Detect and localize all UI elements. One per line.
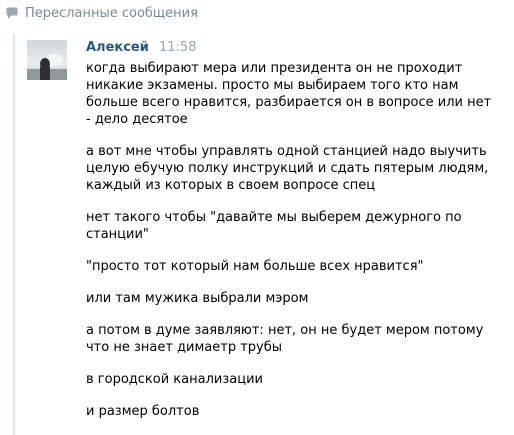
message-body: когда выбирают мера или президента он не…	[86, 60, 496, 435]
message-time[interactable]: 11:58	[159, 40, 196, 55]
forwarded-title: Пересланные сообщения	[25, 5, 198, 21]
forwarded-header: Пересланные сообщения	[6, 4, 198, 22]
message-paragraph: и размер болтов	[86, 404, 200, 419]
message-paragraph: нет такого чтобы "давайте мы выберем деж…	[86, 210, 462, 242]
message-paragraph: а вот мне чтобы управлять одной станцией…	[86, 144, 489, 193]
message-header: Алексей 11:58	[86, 40, 196, 56]
avatar-image	[27, 40, 67, 80]
message-paragraph: а потом в думе заявляют: нет, он не буде…	[86, 323, 484, 355]
message-paragraph: или там мужика выбрали мэром	[86, 291, 309, 306]
speech-bubble-icon	[6, 7, 18, 19]
message-paragraph: в городской канализации	[86, 372, 263, 387]
message-paragraph: когда выбирают мера или президента он не…	[86, 61, 492, 127]
author-name[interactable]: Алексей	[86, 40, 149, 55]
avatar[interactable]	[27, 40, 67, 80]
message-paragraph: "просто тот который нам больше всех нрав…	[86, 259, 424, 274]
forwarded-messages-view: Пересланные сообщения Алексей 11:58 когд…	[0, 0, 514, 435]
quote-rule	[13, 34, 15, 435]
